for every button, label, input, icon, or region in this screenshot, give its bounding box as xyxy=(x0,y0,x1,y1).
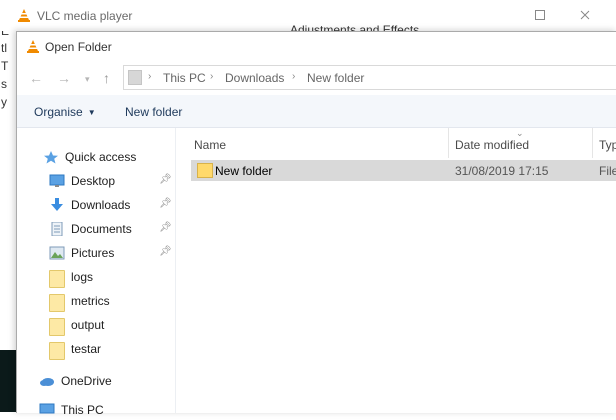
nav-label: OneDrive xyxy=(61,374,112,388)
nav-label: Downloads xyxy=(71,198,131,212)
this-pc-icon xyxy=(128,70,142,85)
breadcrumb-downloads[interactable]: Downloads xyxy=(225,71,284,85)
breadcrumb-separator-icon[interactable]: › xyxy=(210,71,213,82)
address-bar[interactable]: › This PC › Downloads › New folder xyxy=(123,65,616,90)
nav-label: logs xyxy=(71,270,94,284)
maximize-icon[interactable] xyxy=(535,10,545,20)
file-row[interactable]: New folder 31/08/2019 17:15 File xyxy=(191,160,616,181)
pin-icon: 📌︎ xyxy=(159,174,172,185)
nav-folder-logs[interactable]: logs xyxy=(49,267,94,288)
folder-icon xyxy=(49,294,65,312)
breadcrumb-separator-icon[interactable]: › xyxy=(292,71,295,82)
column-divider[interactable] xyxy=(592,128,593,158)
column-divider[interactable] xyxy=(448,128,449,158)
this-pc-icon xyxy=(39,403,55,414)
bg-letter: E xyxy=(1,31,10,38)
breadcrumb-separator-icon[interactable]: › xyxy=(148,71,151,82)
nav-folder-testar[interactable]: testar xyxy=(49,339,102,360)
bg-letter: tl xyxy=(1,41,7,55)
nav-desktop[interactable]: Desktop xyxy=(49,171,115,191)
nav-label: Quick access xyxy=(65,150,137,164)
new-folder-button[interactable]: New folder xyxy=(125,105,182,119)
dialog-title: Open Folder xyxy=(45,40,112,54)
file-type: File xyxy=(599,164,616,178)
column-header-type[interactable]: Typ xyxy=(599,138,616,152)
nav-label: This PC xyxy=(61,403,104,417)
folder-icon xyxy=(49,342,65,360)
back-arrow-icon[interactable]: ← xyxy=(29,70,43,86)
organise-label: Organise xyxy=(34,105,83,119)
pin-icon: 📌︎ xyxy=(159,222,172,233)
nav-pictures[interactable]: Pictures xyxy=(49,243,114,263)
navigation-pane: Quick access Desktop 📌︎ Downloads 📌︎ Doc… xyxy=(17,128,176,417)
nav-label: Pictures xyxy=(71,246,115,260)
documents-icon xyxy=(51,222,63,236)
star-icon xyxy=(44,151,58,164)
command-toolbar: Organise ▼ New folder xyxy=(17,95,616,128)
nav-documents[interactable]: Documents xyxy=(49,219,132,239)
vlc-cone-icon xyxy=(27,40,39,53)
bg-letter: y xyxy=(1,95,7,109)
forward-arrow-icon[interactable]: → xyxy=(57,70,71,86)
column-header-date-modified[interactable]: Date modified xyxy=(455,138,529,152)
pictures-icon xyxy=(49,246,65,260)
organise-button[interactable]: Organise ▼ xyxy=(34,105,96,119)
bg-letter: T xyxy=(1,59,9,73)
nav-onedrive[interactable]: OneDrive xyxy=(39,371,112,391)
nav-label: Documents xyxy=(71,222,132,236)
nav-this-pc[interactable]: This PC xyxy=(39,400,104,420)
vlc-window-title: VLC media player xyxy=(37,9,133,23)
pin-icon: 📌︎ xyxy=(159,246,172,257)
desktop-icon xyxy=(49,174,65,187)
dropdown-arrow-icon: ▼ xyxy=(87,108,96,118)
open-folder-dialog: Open Folder ← → ▾ ↑ › This PC › Download… xyxy=(16,31,616,417)
file-name: New folder xyxy=(215,164,273,178)
pin-icon: 📌︎ xyxy=(159,198,172,209)
breadcrumb-this-pc[interactable]: This PC xyxy=(163,71,206,85)
nav-quick-access[interactable]: Quick access xyxy=(43,147,136,167)
nav-label: metrics xyxy=(71,294,110,308)
folder-icon xyxy=(49,318,65,336)
breadcrumb-new-folder[interactable]: New folder xyxy=(307,71,364,85)
vlc-cone-icon xyxy=(18,9,30,22)
nav-downloads[interactable]: Downloads xyxy=(49,195,130,215)
column-header-name[interactable]: Name xyxy=(194,138,226,152)
folder-icon xyxy=(197,163,213,178)
nav-label: Desktop xyxy=(71,174,116,188)
downloads-icon xyxy=(51,198,63,211)
nav-label: output xyxy=(71,318,105,332)
file-list-pane: ⌄ Name Date modified Typ New folder 31/0… xyxy=(176,128,616,413)
bg-letter: s xyxy=(1,77,7,91)
recent-locations-chevron-icon[interactable]: ▾ xyxy=(85,74,90,85)
nav-label: testar xyxy=(71,342,102,356)
nav-folder-metrics[interactable]: metrics xyxy=(49,291,110,312)
nav-folder-output[interactable]: output xyxy=(49,315,105,336)
folder-icon xyxy=(49,270,65,288)
onedrive-cloud-icon xyxy=(40,378,54,386)
close-icon[interactable] xyxy=(580,10,590,20)
file-date: 31/08/2019 17:15 xyxy=(455,164,549,178)
up-arrow-icon[interactable]: ↑ xyxy=(103,70,110,86)
vlc-video-area xyxy=(0,350,16,412)
